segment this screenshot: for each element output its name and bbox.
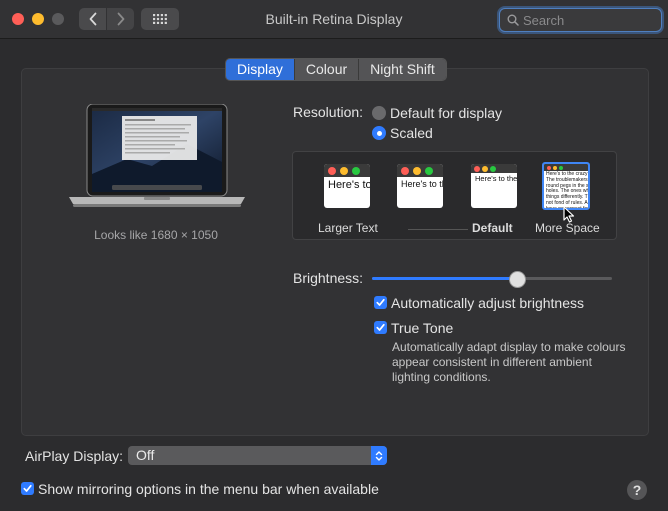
looks-like-label: Looks like 1680 × 1050 xyxy=(94,228,218,242)
mouse-pointer-icon xyxy=(563,206,575,223)
auto-brightness-label[interactable]: Automatically adjust brightness xyxy=(391,295,584,311)
brightness-label: Brightness: xyxy=(293,270,364,286)
radio-scaled-label[interactable]: Scaled xyxy=(390,125,433,141)
scale-option-more-space[interactable]: Here's to the crazy ones. The troublemak… xyxy=(542,162,590,210)
true-tone-description: Automatically adapt display to make colo… xyxy=(392,340,626,384)
airplay-display-label: AirPlay Display: xyxy=(25,448,124,464)
chevron-left-icon xyxy=(89,12,96,26)
radio-default-for-display[interactable] xyxy=(372,106,386,120)
checkmark-icon xyxy=(376,323,385,331)
airplay-display-value: Off xyxy=(136,447,155,463)
display-preferences-window: Built-in Retina Display Display xyxy=(0,0,668,511)
checkmark-icon xyxy=(23,484,32,492)
search-input[interactable] xyxy=(523,12,653,28)
scale-divider xyxy=(408,229,468,230)
back-button[interactable] xyxy=(79,8,106,30)
updown-chevron-icon xyxy=(371,446,387,465)
show-all-button[interactable] xyxy=(141,8,179,30)
mirroring-label[interactable]: Show mirroring options in the menu bar w… xyxy=(38,481,379,497)
true-tone-checkbox[interactable] xyxy=(374,321,387,334)
scale-option-larger-text[interactable]: Here's to the crazy ones. The troublemak… xyxy=(324,164,370,208)
scale-preview-text: Here's to the crazy ones. The troublemak… xyxy=(328,179,370,191)
resolution-label: Resolution: xyxy=(293,104,364,120)
search-icon xyxy=(507,14,519,26)
scale-preview-text: Here's to the crazy ones. The troublemak… xyxy=(401,179,443,189)
forward-button[interactable] xyxy=(107,8,134,30)
scale-option-2[interactable]: Here's to the crazy ones. The troublemak… xyxy=(397,164,443,208)
radio-scaled[interactable] xyxy=(372,126,386,140)
checkmark-icon xyxy=(376,298,385,306)
title-bar: Built-in Retina Display xyxy=(0,0,668,39)
scale-label-larger-text: Larger Text xyxy=(318,221,378,235)
chevron-right-icon xyxy=(117,12,124,26)
laptop-illustration xyxy=(69,104,245,207)
close-button[interactable] xyxy=(12,13,24,25)
true-tone-label[interactable]: True Tone xyxy=(391,320,453,336)
scale-preview-text: Here's to the crazy ones. The troublemak… xyxy=(475,174,517,183)
tab-colour[interactable]: Colour xyxy=(293,59,359,80)
tab-display[interactable]: Display xyxy=(226,59,294,80)
scale-preview-text: Here's to the crazy ones. The troublemak… xyxy=(546,171,590,210)
scale-label-more-space: More Space xyxy=(535,221,600,235)
scale-label-default: Default xyxy=(472,221,513,235)
auto-brightness-checkbox[interactable] xyxy=(374,296,387,309)
mirroring-checkbox[interactable] xyxy=(21,482,34,495)
tab-bar: Display Colour Night Shift xyxy=(225,58,447,81)
radio-default-label[interactable]: Default for display xyxy=(390,105,502,121)
brightness-slider-knob[interactable] xyxy=(508,271,526,288)
airplay-display-select[interactable]: Off xyxy=(128,446,387,465)
scaled-options-box: Here's to the crazy ones. The troublemak… xyxy=(292,151,617,240)
brightness-slider-fill xyxy=(372,277,516,280)
zoom-button[interactable] xyxy=(52,13,64,25)
help-button[interactable]: ? xyxy=(627,480,647,500)
grid-icon xyxy=(153,14,167,24)
tab-night-shift[interactable]: Night Shift xyxy=(358,59,446,80)
search-field[interactable] xyxy=(499,8,662,32)
scale-option-default[interactable]: Here's to the crazy ones. The troublemak… xyxy=(471,164,517,208)
minimize-button[interactable] xyxy=(32,13,44,25)
